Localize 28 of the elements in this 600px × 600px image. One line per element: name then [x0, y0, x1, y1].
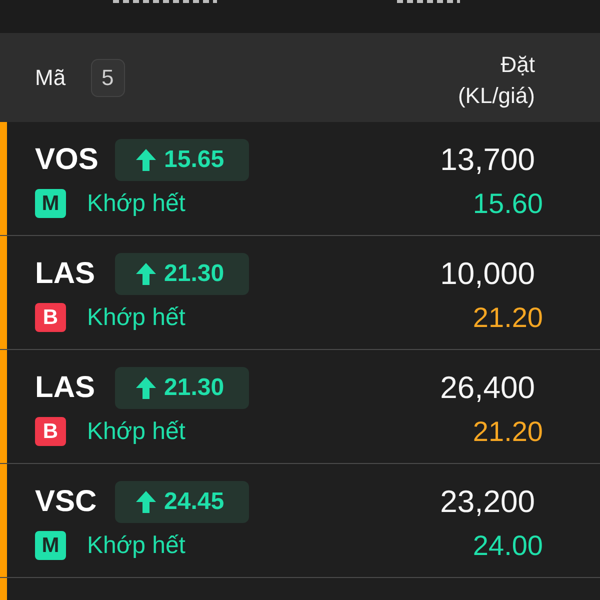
market-price: 21.30: [164, 260, 224, 288]
column-heading: Đặt: [500, 50, 535, 78]
order-price: 21.20: [472, 416, 543, 448]
side-badge: B: [35, 417, 66, 446]
order-quantity: 10,000: [440, 256, 535, 292]
side-badge: B: [35, 303, 66, 332]
order-status: Khớp hết: [87, 304, 186, 332]
stock-symbol: LAS: [35, 371, 96, 405]
order-price: 21.20: [472, 302, 543, 334]
market-price: 24.45: [164, 488, 224, 516]
order-quantity: 23,200: [440, 484, 535, 520]
stock-symbol: LAS: [35, 257, 96, 291]
column-heading: Mã: [35, 64, 66, 90]
column-subheading: (KL/giá): [458, 82, 535, 108]
market-price: 21.30: [164, 374, 224, 402]
order-quantity: 13,700: [440, 142, 535, 178]
count-badge: 5: [90, 58, 125, 96]
order-status: Khớp hết: [87, 190, 186, 218]
order-status: Khớp hết: [87, 532, 186, 560]
stock-symbol: VOS: [35, 143, 99, 177]
side-badge: M: [35, 531, 66, 560]
side-badge: M: [35, 189, 66, 218]
order-price: 24.00: [472, 530, 543, 562]
order-price: 15.60: [472, 188, 543, 220]
order-status: Khớp hết: [87, 418, 186, 446]
market-price: 15.65: [164, 146, 224, 174]
order-quantity: 26,400: [440, 370, 535, 406]
stock-symbol: VSC: [35, 485, 98, 519]
